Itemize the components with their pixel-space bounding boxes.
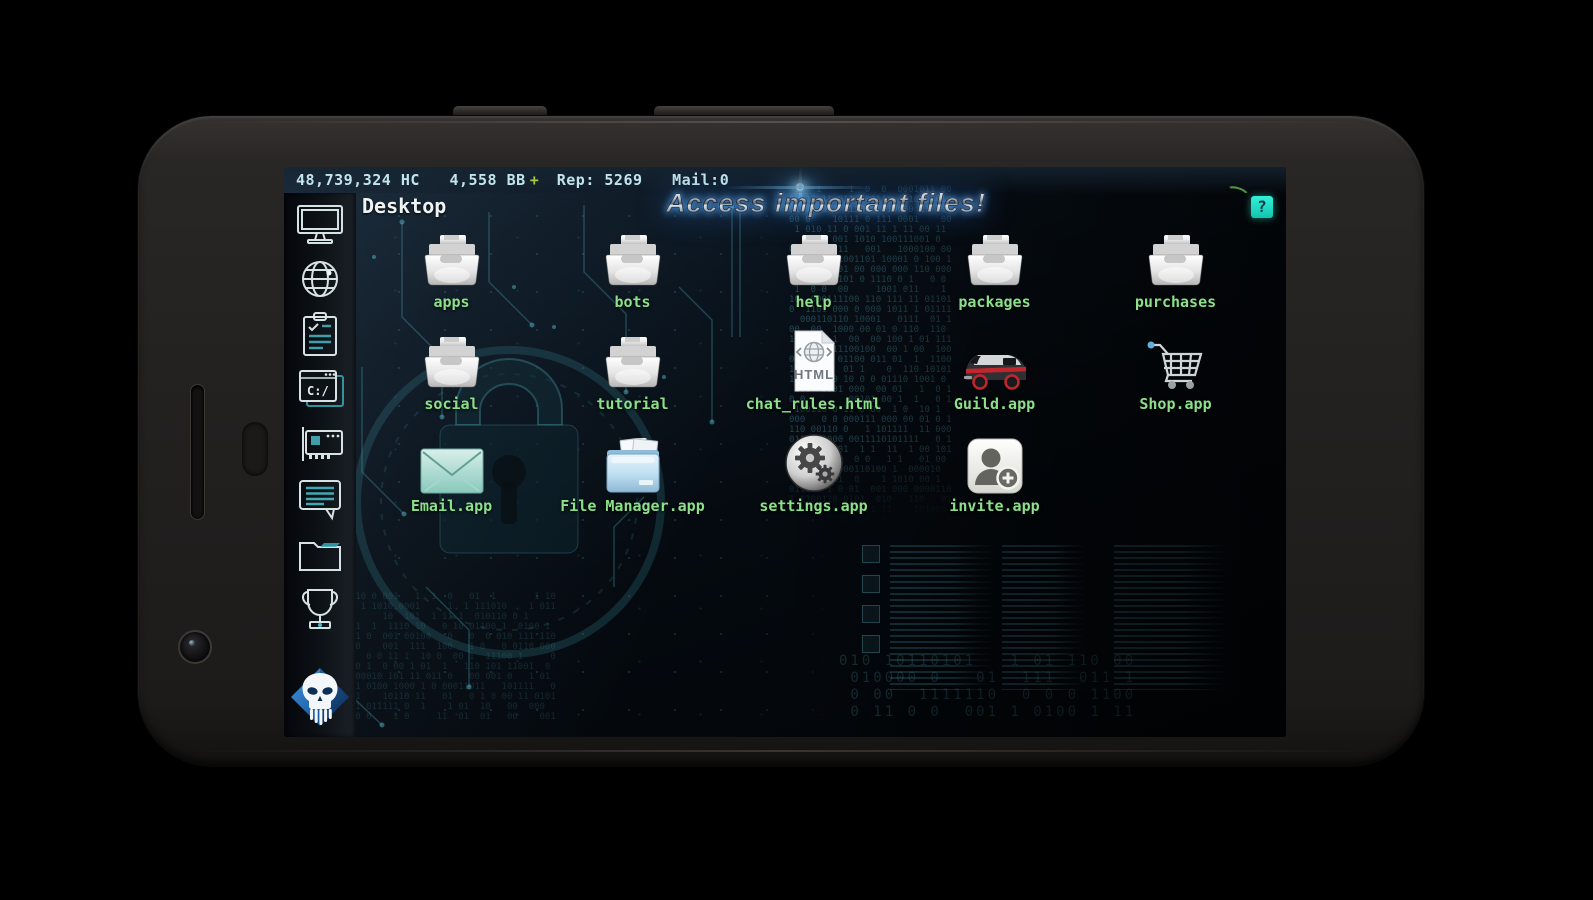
ranking-trophy-icon	[302, 589, 338, 629]
html-file-icon: HTML	[789, 328, 839, 392]
desktop-item-label: invite.app	[949, 497, 1040, 515]
game-screen: 10 1 1 0 0 0001011 00 00110 11 011 0011 …	[284, 167, 1286, 737]
wallpaper-icon-squares	[862, 545, 880, 665]
desktop-item-chat-rules[interactable]: HTML chat_rules.html	[723, 328, 904, 430]
desktop-item-packages[interactable]: packages	[904, 226, 1085, 328]
sidebar-logo[interactable]	[287, 661, 353, 733]
desktop-item-email[interactable]: Email.app	[361, 430, 542, 532]
email-envelope-icon	[420, 430, 484, 494]
sidebar-item-ranking[interactable]	[291, 586, 349, 632]
desktop-item-social[interactable]: social	[361, 328, 542, 430]
sidebar-item-desktop[interactable]	[291, 201, 349, 247]
front-camera	[178, 630, 212, 664]
console-label-text: C:/	[307, 384, 329, 398]
missions-clipboard-icon	[303, 312, 337, 356]
folder-icon	[602, 226, 664, 290]
shopping-cart-icon	[1145, 328, 1207, 392]
folder-icon	[964, 226, 1026, 290]
hc-currency-value: 48,739,324 HC	[296, 171, 420, 189]
mail-counter: Mail:0	[672, 171, 730, 189]
folder-icon	[421, 328, 483, 392]
folder-icon	[1145, 226, 1207, 290]
desktop-item-purchases[interactable]: purchases	[1085, 226, 1266, 328]
sidebar-item-files[interactable]	[291, 531, 349, 577]
desktop-item-label: purchases	[1134, 293, 1217, 311]
desktop-item-label: bots	[614, 293, 651, 311]
sidebar-item-hardware[interactable]	[291, 421, 349, 467]
desktop-item-label: help	[795, 293, 832, 311]
wallpaper-terminal-text	[1002, 545, 1087, 690]
hardware-card-icon	[302, 427, 343, 461]
desktop-item-label: File Manager.app	[560, 497, 705, 515]
desktop-item-bots[interactable]: bots	[542, 226, 723, 328]
guild-van-icon	[962, 328, 1028, 392]
folder-icon	[421, 226, 483, 290]
desktop-item-label: Email.app	[410, 497, 493, 515]
desktop-item-file-manager[interactable]: File Manager.app	[542, 430, 723, 532]
sidebar-item-network[interactable]	[291, 256, 349, 302]
sidebar-item-missions[interactable]	[291, 311, 349, 357]
desktop-icon-grid: apps bots help packages purchases social…	[361, 226, 1266, 532]
wallpaper-terminal-text	[1114, 545, 1232, 690]
desktop-monitor-icon	[297, 205, 343, 244]
settings-gears-icon	[783, 430, 845, 494]
desktop-item-settings[interactable]: settings.app	[723, 430, 904, 532]
desktop-item-help[interactable]: help	[723, 226, 904, 328]
file-manager-folder-icon	[601, 430, 665, 494]
earpiece-speaker	[190, 384, 205, 520]
desktop-item-apps[interactable]: apps	[361, 226, 542, 328]
desktop-item-label: packages	[958, 293, 1031, 311]
reputation-value: Rep: 5269	[556, 171, 643, 189]
sidebar: C:/	[284, 193, 356, 737]
desktop-item-shop[interactable]: Shop.app	[1085, 328, 1266, 430]
desktop-item-label: apps	[433, 293, 470, 311]
desktop-item-label: chat_rules.html	[745, 395, 882, 413]
folder-icon	[602, 328, 664, 392]
network-globe-icon	[302, 261, 338, 297]
desktop-item-guild[interactable]: Guild.app	[904, 328, 1085, 430]
html-badge-text: HTML	[793, 367, 833, 382]
desktop-item-label: settings.app	[759, 497, 868, 515]
wallpaper-binary-block: 11010 0 001 1 1 0 01 1 1 10 1 1 1010 000…	[339, 592, 556, 722]
desktop-item-label: social	[424, 395, 479, 413]
wallpaper-terminal-text	[890, 545, 995, 690]
desktop-item-invite[interactable]: invite.app	[904, 430, 1085, 532]
chat-bubble-icon	[299, 480, 341, 521]
help-button[interactable]: ?	[1251, 196, 1273, 218]
sidebar-item-chat[interactable]	[291, 476, 349, 522]
folder-icon	[783, 226, 845, 290]
invite-person-icon	[967, 430, 1023, 494]
hackers-skull-logo	[291, 668, 349, 726]
desktop-item-label: tutorial	[596, 395, 669, 413]
desktop-item-label: Shop.app	[1139, 395, 1212, 413]
desktop-item-tutorial[interactable]: tutorial	[542, 328, 723, 430]
proximity-sensor	[242, 422, 268, 476]
desktop-item-label: Guild.app	[953, 395, 1036, 413]
console-terminal-icon: C:/	[299, 370, 344, 407]
bb-currency-value: 4,558 BB	[449, 171, 526, 189]
files-folder-icon	[299, 542, 341, 571]
bb-plus-icon: +	[529, 171, 540, 189]
tutorial-banner: Access important files!	[376, 188, 1276, 219]
sidebar-item-console[interactable]: C:/	[291, 366, 349, 412]
